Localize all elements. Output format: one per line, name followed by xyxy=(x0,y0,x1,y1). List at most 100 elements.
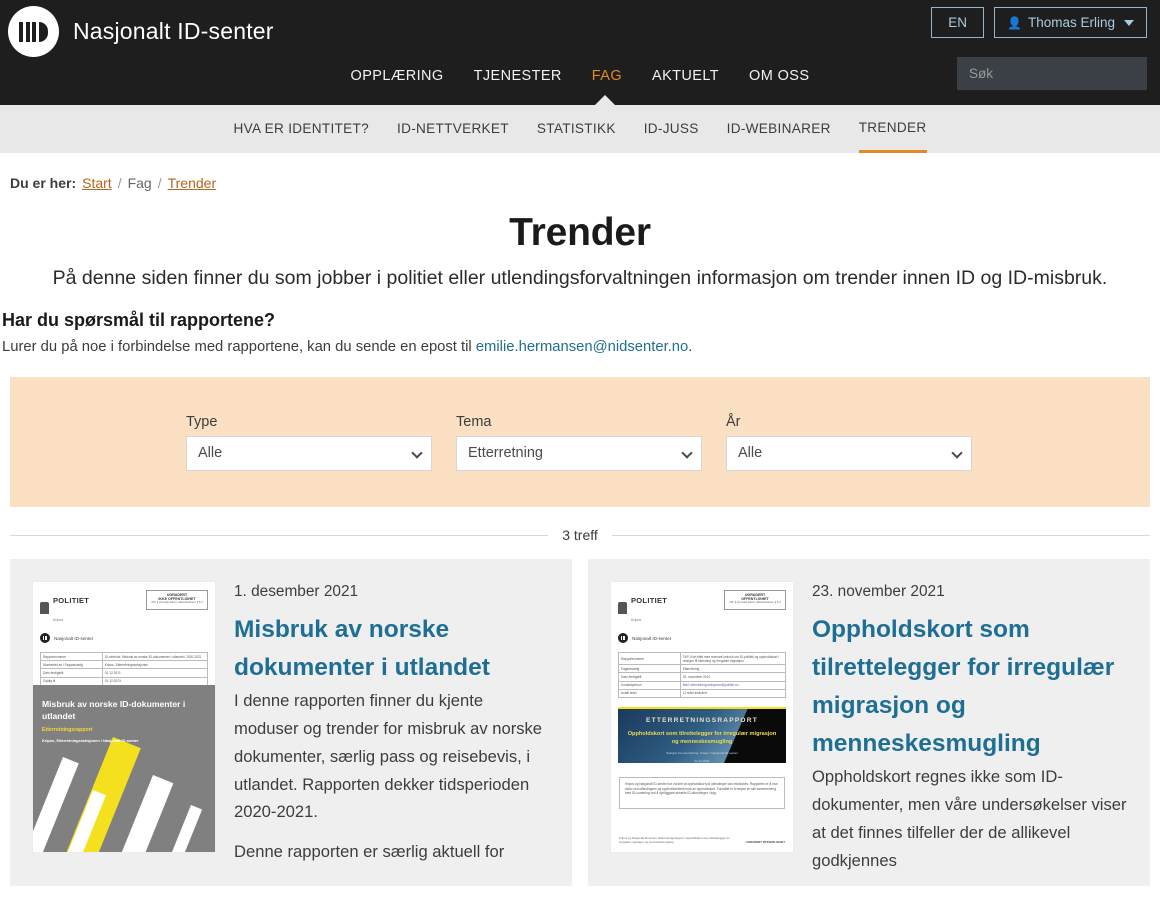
questions-heading: Har du spørsmål til rapportene? xyxy=(2,310,276,330)
questions-text: Lurer du på noe i forbindelse med rappor… xyxy=(0,339,1160,355)
breadcrumb-link-start[interactable]: Start xyxy=(82,175,112,191)
result-card-description-extra: Denne rapporten er særlig aktuell for xyxy=(234,842,505,862)
table-row: KontaktpersonMail: etterretning.seksjone… xyxy=(618,680,787,690)
subnav-item-id-nettverket[interactable]: ID-NETTVERKET xyxy=(397,107,509,151)
result-card-date: 23. november 2021 xyxy=(812,583,945,600)
thumb-org-name: POLITIET xyxy=(631,596,668,605)
logo-bars-icon xyxy=(19,21,48,42)
breadcrumb-link-trender[interactable]: Trender xyxy=(168,175,217,191)
result-card-description: Oppholdskort regnes ikke som ID-dokument… xyxy=(812,766,1127,870)
thumb-footer-right: UGRADERT OFFENTLIGHET xyxy=(745,839,785,844)
result-card[interactable]: POLITIET Kripos UGRADERT IKKE OFFENTLIGH… xyxy=(10,559,572,887)
nav-item-fag[interactable]: FAG xyxy=(592,68,622,84)
subnav-item-hva-er-identitet[interactable]: HVA ER IDENTITET? xyxy=(233,107,369,151)
nav-item-om-oss[interactable]: OM OSS xyxy=(749,68,809,84)
site-header: Nasjonalt ID-senter EN 👤 Thomas Erling O… xyxy=(0,0,1160,106)
subnav-item-trender[interactable]: TRENDER xyxy=(858,106,927,153)
report-thumbnail: POLITIET Kripos UGRADERT OFFENTLIGHET Of… xyxy=(610,581,794,853)
thumb-org-name: POLITIET xyxy=(53,596,90,605)
filter-select-tema[interactable]: Etterretning xyxy=(456,435,702,471)
thumbnail-cover-banner: ETTERRETNINGSRAPPORT Oppholdskort som ti… xyxy=(618,706,786,763)
sub-navigation: HVA ER IDENTITET? ID-NETTVERKET STATISTI… xyxy=(0,105,1160,153)
filter-select-aar[interactable]: Alle xyxy=(726,435,972,471)
result-count-text: 3 treff xyxy=(562,527,598,543)
result-count-row: 3 treff xyxy=(10,527,1151,543)
user-menu-button[interactable]: 👤 Thomas Erling xyxy=(994,7,1147,38)
filter-group-aar: År Alle xyxy=(726,414,972,471)
banner-date: 23.11.2021 xyxy=(694,759,710,763)
thumb-org-sub: Kripos xyxy=(631,618,642,622)
table-row: Dato ferdigstilt 01.12.2021 xyxy=(40,668,209,678)
filter-group-type: Type Alle xyxy=(186,414,432,471)
page-intro-text: På denne siden finner du som jobber i po… xyxy=(52,267,1108,289)
questions-text-after: . xyxy=(688,339,693,355)
stamp-line-3: Offl. § 24 tredje ledd jf. sikkerhetslov… xyxy=(151,601,203,604)
divider-left xyxy=(10,534,549,536)
thumb-footer-left: Kripos og Nasjonalt ID-senter, Etterretn… xyxy=(619,835,730,844)
thumb-cover-subtitle: Etterretningsrapport xyxy=(42,727,93,734)
result-card-title-link[interactable]: Misbruk av norske dokumenter i utlandet xyxy=(234,616,490,681)
thumb-cover-org: Kripos, Etterretningsseksjonen / Nasjona… xyxy=(42,738,139,744)
nid-logo-icon xyxy=(40,633,50,643)
filter-label-tema: Tema xyxy=(456,413,492,430)
result-card-title-link[interactable]: Oppholdskort som tilrettelegger for irre… xyxy=(812,616,1114,757)
subnav-item-id-juss[interactable]: ID-JUSS xyxy=(644,107,699,151)
table-row: Dato ferdigstilt 23. november 2021 xyxy=(618,672,787,682)
thumbnail-cover-art: Misbruk av norske ID-dokumenter i utland… xyxy=(33,685,215,852)
thumbnail-footer: Kripos og Nasjonalt ID-senter, Etterretn… xyxy=(619,836,785,844)
table-row: Fagansvarlig Etterretning xyxy=(618,664,787,674)
user-name-label: Thomas Erling xyxy=(1027,14,1115,30)
filter-select-type[interactable]: Alle xyxy=(186,435,432,471)
thumb-cover-title: Misbruk av norske ID-dokumenter i utland… xyxy=(42,699,186,721)
page-title: Trender xyxy=(509,211,651,254)
table-row: Antall sider 11 sider inkludert xyxy=(618,688,787,698)
nav-item-tjenester[interactable]: TJENESTER xyxy=(474,68,562,84)
breadcrumb: Du er her: Start / Fag / Trender xyxy=(0,153,1160,191)
report-thumbnail: POLITIET Kripos UGRADERT IKKE OFFENTLIGH… xyxy=(32,581,216,853)
banner-title: ETTERRETNINGSRAPPORT xyxy=(646,716,758,724)
stamp-line-3: Offl. § 24 tredje ledd jf. sikkerhetslov… xyxy=(729,601,781,604)
chevron-down-icon xyxy=(1124,19,1134,26)
thumbnail-meta-table: Rapportnummer TAP: Kort tittel med releva… xyxy=(618,651,787,698)
language-button[interactable]: EN xyxy=(931,7,984,38)
table-row: Rapportnummer TAP: Kort tittel med releva… xyxy=(618,651,787,666)
table-row: Utarbeidet av / Fagansvarlig Kripos, Ette… xyxy=(40,660,209,670)
breadcrumb-separator: / xyxy=(157,175,162,191)
filter-group-tema: Tema Etterretning xyxy=(456,414,702,471)
nid-logo-icon xyxy=(8,6,59,57)
result-card-date: 1. desember 2021 xyxy=(234,583,359,600)
banner-subtitle: Oppholdskort som tilrettelegger for irre… xyxy=(627,730,777,746)
classification-stamp: UGRADERT IKKE OFFENTLIGHET Offl. § 24 tr… xyxy=(146,590,208,610)
result-card[interactable]: POLITIET Kripos UGRADERT OFFENTLIGHET Of… xyxy=(588,559,1150,887)
result-card-description: I denne rapporten finner du kjente modus… xyxy=(234,690,543,822)
breadcrumb-lead: Du er her: xyxy=(10,175,77,191)
main-navigation: OPPLÆRING TJENESTER FAG AKTUELT OM OSS xyxy=(0,68,1160,106)
subnav-item-id-webinarer[interactable]: ID-WEBINARER xyxy=(727,107,831,151)
table-row: Rapportnummer ID-misbruk: Misbruk av nors… xyxy=(40,651,209,662)
filter-label-aar: År xyxy=(726,413,741,430)
breadcrumb-separator: / xyxy=(117,175,122,191)
result-card-body: 23. november 2021 Oppholdskort som tilre… xyxy=(812,581,1130,886)
banner-org: Seksjon for etterretning, Kripos / Nasjo… xyxy=(666,750,738,755)
police-crest-icon xyxy=(40,602,49,614)
thumbnail-note: Kripos og Nasjonalt ID-senter har vurder… xyxy=(619,776,785,809)
result-card-list: POLITIET Kripos UGRADERT IKKE OFFENTLIGH… xyxy=(10,559,1150,887)
brand-name: Nasjonalt ID-senter xyxy=(73,18,274,44)
questions-text-before: Lurer du på noe i forbindelse med rappor… xyxy=(2,339,476,355)
result-card-body: 1. desember 2021 Misbruk av norske dokum… xyxy=(234,581,552,886)
subnav-item-statistikk[interactable]: STATISTIKK xyxy=(537,107,616,151)
nav-item-opplaering[interactable]: OPPLÆRING xyxy=(351,68,444,84)
police-crest-icon xyxy=(618,602,627,614)
filter-panel: Type Alle Tema Etterretning År Alle xyxy=(10,377,1150,507)
breadcrumb-item-fag: Fag xyxy=(127,175,152,191)
classification-stamp: UGRADERT OFFENTLIGHET Offl. § 24 tredje … xyxy=(724,590,786,610)
email-link[interactable]: emilie.hermansen@nidsenter.no xyxy=(476,339,688,355)
header-actions: EN 👤 Thomas Erling xyxy=(931,7,1147,38)
divider-right xyxy=(611,534,1151,536)
nid-logo-icon xyxy=(618,633,628,643)
thumb-nid-label: Nasjonalt ID-senter xyxy=(54,635,94,641)
nav-item-aktuelt[interactable]: AKTUELT xyxy=(652,68,719,84)
thumb-nid-label: Nasjonalt ID-senter xyxy=(632,635,672,641)
brand-logo-group[interactable]: Nasjonalt ID-senter xyxy=(8,6,274,57)
filter-label-type: Type xyxy=(186,413,218,430)
